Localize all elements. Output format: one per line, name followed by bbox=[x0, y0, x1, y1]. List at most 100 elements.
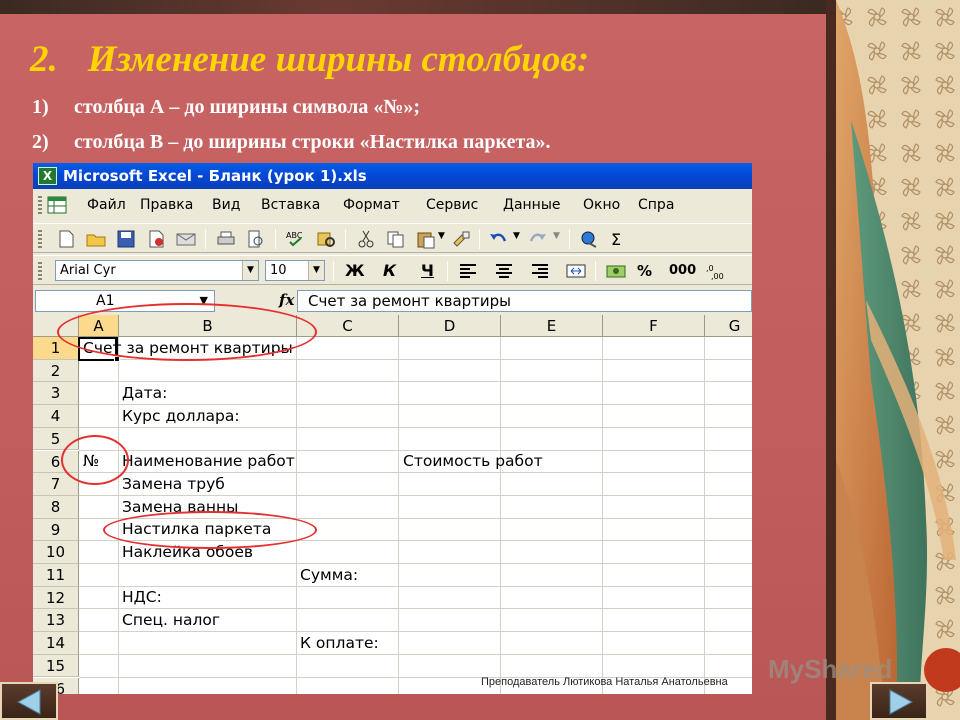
paste-dropdown-icon[interactable]: ▼ bbox=[438, 231, 445, 241]
cell-b12[interactable]: НДС: bbox=[122, 586, 162, 608]
align-center-icon[interactable] bbox=[493, 261, 515, 281]
menu-help[interactable]: Спра bbox=[638, 191, 674, 219]
grid-line bbox=[296, 337, 297, 694]
instruction-item-2-number: 2) bbox=[32, 131, 49, 153]
grid-line bbox=[118, 337, 119, 694]
cell-b6[interactable]: Наименование работ bbox=[122, 450, 295, 472]
autosum-icon[interactable]: Σ bbox=[607, 229, 629, 249]
grid-line bbox=[79, 631, 752, 633]
column-header-d[interactable]: D bbox=[399, 315, 501, 337]
bold-button[interactable]: Ж bbox=[345, 260, 365, 282]
svg-text:Σ: Σ bbox=[611, 230, 621, 249]
grid-line bbox=[398, 337, 399, 694]
thousands-button[interactable]: 000 bbox=[669, 260, 696, 282]
new-document-icon[interactable] bbox=[55, 229, 77, 249]
cell-b7[interactable]: Замена труб bbox=[122, 473, 225, 495]
currency-icon[interactable] bbox=[605, 261, 627, 281]
align-right-icon[interactable] bbox=[529, 261, 551, 281]
formula-input[interactable]: Счет за ремонт квартиры bbox=[297, 290, 752, 312]
toolbar-separator bbox=[569, 229, 570, 249]
row-header[interactable]: 2 bbox=[33, 359, 79, 383]
increase-decimal-icon[interactable]: ,0,00 bbox=[705, 261, 727, 281]
copy-icon[interactable] bbox=[385, 229, 407, 249]
permission-icon[interactable] bbox=[145, 229, 167, 249]
font-name-select[interactable]: Arial Cyr ▼ bbox=[55, 260, 259, 281]
cell-d6[interactable]: Стоимость работ bbox=[403, 450, 543, 472]
row-header[interactable]: 9 bbox=[33, 518, 79, 542]
slide: 2. Изменение ширины столбцов: 1) столбца А… bbox=[0, 0, 960, 720]
highlight-ellipse-number-sign bbox=[61, 435, 129, 485]
font-size-select[interactable]: 10 ▼ bbox=[265, 260, 325, 281]
instruction-item-2-text: столбца В – до ширины строки «Настилка п… bbox=[74, 131, 551, 153]
excel-app-icon[interactable]: X bbox=[38, 167, 57, 185]
worksheet-grid[interactable]: A B C D E F G 12345678910111213141516 Сч… bbox=[33, 303, 752, 694]
menu-insert[interactable]: Вставка bbox=[261, 191, 320, 219]
menu-edit[interactable]: Правка bbox=[140, 191, 193, 219]
cell-c11[interactable]: Сумма: bbox=[300, 564, 358, 586]
redo-dropdown-icon[interactable]: ▼ bbox=[553, 231, 560, 241]
chevron-down-icon[interactable]: ▼ bbox=[242, 261, 258, 280]
column-header-f[interactable]: F bbox=[603, 315, 705, 337]
hyperlink-icon[interactable] bbox=[579, 229, 601, 249]
menu-window[interactable]: Окно bbox=[583, 191, 620, 219]
column-header-e[interactable]: E bbox=[501, 315, 603, 337]
chevron-down-icon[interactable]: ▼ bbox=[308, 261, 324, 280]
font-size-value: 10 bbox=[270, 263, 287, 278]
row-header[interactable]: 11 bbox=[33, 564, 79, 587]
excel-window: X Microsoft Excel - Бланк (урок 1).xls Ф… bbox=[33, 163, 752, 694]
row-header[interactable]: 15 bbox=[33, 654, 79, 678]
fill-handle[interactable] bbox=[114, 356, 120, 362]
italic-button[interactable]: К bbox=[383, 260, 396, 282]
percent-button[interactable]: % bbox=[637, 260, 652, 282]
grid-line bbox=[79, 381, 752, 383]
undo-icon[interactable] bbox=[487, 229, 509, 249]
toolbar-grip[interactable] bbox=[38, 230, 42, 248]
row-header[interactable]: 4 bbox=[33, 405, 79, 428]
row-header[interactable]: 13 bbox=[33, 609, 79, 633]
formatting-toolbar: Arial Cyr ▼ 10 ▼ Ж К Ч % 000 ,0,00 bbox=[33, 255, 752, 285]
merge-center-icon[interactable] bbox=[565, 261, 587, 281]
cell-c14[interactable]: К оплате: bbox=[300, 632, 379, 654]
research-icon[interactable] bbox=[315, 229, 337, 249]
top-decor-band bbox=[0, 0, 830, 14]
menu-view[interactable]: Вид bbox=[212, 191, 240, 219]
undo-dropdown-icon[interactable]: ▼ bbox=[513, 231, 520, 241]
save-icon[interactable] bbox=[115, 229, 137, 249]
menu-format[interactable]: Формат bbox=[343, 191, 400, 219]
format-painter-icon[interactable] bbox=[451, 229, 473, 249]
arrow-left-icon bbox=[16, 689, 41, 715]
row-header[interactable]: 10 bbox=[33, 541, 79, 564]
open-folder-icon[interactable] bbox=[85, 229, 107, 249]
insert-function-icon[interactable]: fx bbox=[279, 291, 294, 309]
cell-b13[interactable]: Спец. налог bbox=[122, 609, 220, 631]
print-icon[interactable] bbox=[215, 229, 237, 249]
align-left-icon[interactable] bbox=[457, 261, 479, 281]
workbook-icon[interactable] bbox=[47, 196, 67, 214]
menu-tools[interactable]: Сервис bbox=[426, 191, 478, 219]
toolbar-grip[interactable] bbox=[38, 262, 42, 280]
previous-slide-button[interactable] bbox=[0, 682, 58, 720]
row-header[interactable]: 14 bbox=[33, 632, 79, 655]
toolbar-separator bbox=[345, 229, 346, 249]
row-header[interactable]: 12 bbox=[33, 586, 79, 610]
underline-button[interactable]: Ч bbox=[421, 260, 434, 282]
email-icon[interactable] bbox=[175, 229, 197, 249]
cell-b4[interactable]: Курс доллара: bbox=[122, 405, 240, 427]
row-header[interactable]: 3 bbox=[33, 382, 79, 406]
slide-title-text: Изменение ширины столбцов: bbox=[87, 39, 590, 80]
highlight-ellipse-parquet bbox=[103, 511, 317, 549]
column-header-g[interactable]: G bbox=[705, 315, 752, 337]
redo-icon[interactable] bbox=[527, 229, 549, 249]
next-slide-button[interactable] bbox=[870, 682, 928, 720]
menu-data[interactable]: Данные bbox=[503, 191, 561, 219]
print-preview-icon[interactable] bbox=[245, 229, 267, 249]
menu-grip[interactable] bbox=[38, 196, 42, 214]
row-header[interactable]: 8 bbox=[33, 495, 79, 519]
spelling-icon[interactable]: ABC bbox=[285, 229, 307, 249]
menu-file[interactable]: Файл bbox=[87, 191, 126, 219]
paste-icon[interactable] bbox=[415, 229, 437, 249]
cut-icon[interactable] bbox=[355, 229, 377, 249]
cell-b3[interactable]: Дата: bbox=[122, 382, 167, 404]
excel-title-bar[interactable]: X Microsoft Excel - Бланк (урок 1).xls bbox=[33, 163, 752, 189]
svg-text:,00: ,00 bbox=[711, 272, 724, 281]
